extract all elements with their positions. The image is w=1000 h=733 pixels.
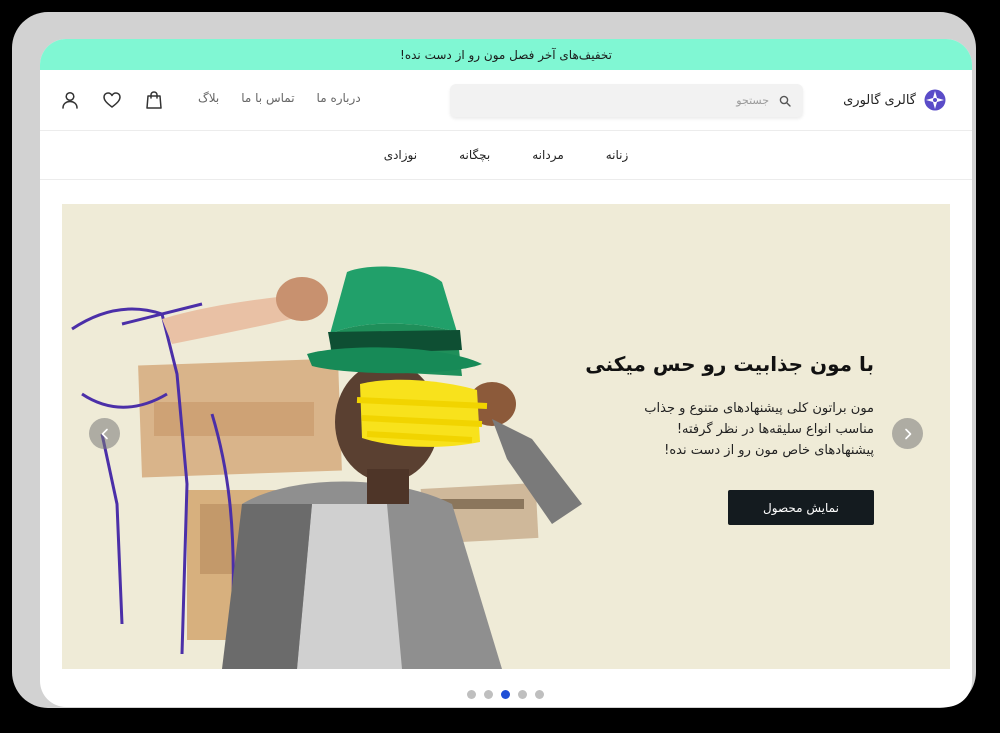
link-blog[interactable]: بلاگ [198, 91, 219, 105]
carousel-dot-5[interactable] [535, 690, 544, 699]
category-nav: زنانه مردانه بچگانه نوزادی [40, 131, 972, 180]
nav-baby[interactable]: نوزادی [384, 148, 417, 162]
carousel-dot-4[interactable] [518, 690, 527, 699]
top-links: درباره ما تماس با ما بلاگ [198, 91, 361, 105]
cart-icon[interactable] [144, 90, 164, 110]
nav-kids[interactable]: بچگانه [459, 148, 490, 162]
user-icon[interactable] [60, 90, 80, 110]
header-icons [60, 90, 164, 110]
brand[interactable]: گالری گالوری [843, 89, 946, 111]
carousel-dot-3[interactable] [501, 690, 510, 699]
chevron-left-icon [101, 428, 108, 439]
hero-description: مون براتون کلی پیشنهادهای متنوع و جذاب م… [574, 398, 874, 461]
hero-collage-image [71, 266, 582, 669]
carousel-dots [467, 690, 544, 699]
chevron-right-icon [904, 428, 911, 439]
hero-description-line: پیشنهادهای خاص مون رو از دست نده! [664, 443, 874, 458]
hero-slider: با مون جذابیت رو حس میکنی مون براتون کلی… [62, 204, 950, 669]
nav-women[interactable]: زنانه [606, 148, 629, 162]
next-slide-button[interactable] [892, 418, 923, 449]
hero-title: با مون جذابیت رو حس میکنی [585, 352, 874, 376]
brand-logo-icon [924, 89, 946, 111]
prev-slide-button[interactable] [89, 418, 120, 449]
link-about[interactable]: درباره ما [317, 91, 361, 105]
search-bar[interactable] [450, 84, 803, 117]
search-input[interactable] [489, 94, 769, 107]
site-header: گالری گالوری درباره ما تماس با ما بلاگ [40, 70, 972, 131]
promo-banner: تخفیف‌های آخر فصل مون رو از دست نده! [40, 39, 972, 70]
show-product-button[interactable]: نمایش محصول [728, 490, 874, 525]
link-contact[interactable]: تماس با ما [241, 91, 294, 105]
browser-screen: تخفیف‌های آخر فصل مون رو از دست نده! گال… [40, 39, 972, 707]
carousel-dot-2[interactable] [484, 690, 493, 699]
tablet-frame: تخفیف‌های آخر فصل مون رو از دست نده! گال… [12, 12, 976, 708]
promo-text: تخفیف‌های آخر فصل مون رو از دست نده! [400, 47, 612, 62]
brand-name: گالری گالوری [843, 92, 916, 108]
heart-icon[interactable] [102, 90, 122, 110]
hero-description-line: مون براتون کلی پیشنهادهای متنوع و جذاب [644, 401, 874, 416]
nav-men[interactable]: مردانه [532, 148, 564, 162]
carousel-dot-1[interactable] [467, 690, 476, 699]
search-icon[interactable] [779, 95, 791, 107]
hero-description-line: مناسب انواع سلیقه‌ها در نظر گرفته! [676, 422, 874, 437]
